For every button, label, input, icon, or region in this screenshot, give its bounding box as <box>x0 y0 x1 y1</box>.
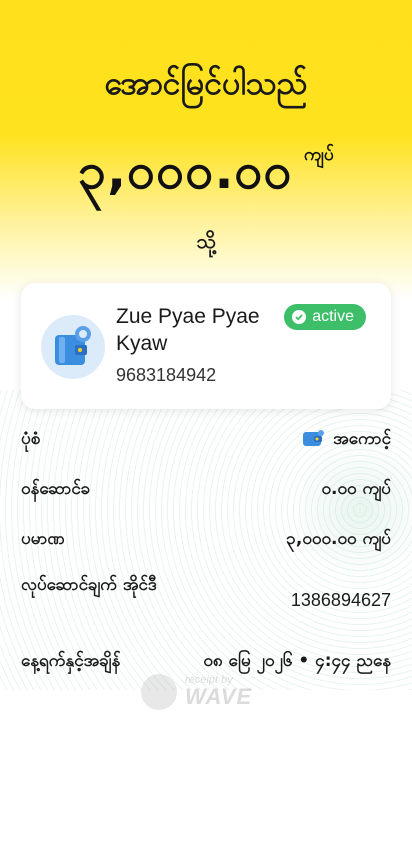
amount-currency: ကျပ် <box>303 144 334 165</box>
recipient-card: Zue Pyae Pyae Kyaw 9683184942 active <box>21 283 391 409</box>
account-wallet-icon <box>303 430 325 446</box>
wave-logo-icon <box>141 674 177 710</box>
wallet-icon <box>41 315 105 379</box>
to-label: သို့ <box>196 229 216 253</box>
amount-value: ၃,၀၀၀.၀၀ <box>77 142 293 200</box>
type-value: အကောင့် <box>303 428 391 453</box>
wave-brand-text: WAVE <box>185 684 253 709</box>
fee-value: ၀.၀၀ ကျပ် <box>321 479 391 499</box>
recipient-name: Zue Pyae Pyae Kyaw <box>116 305 260 355</box>
type-value-text: အကောင့် <box>333 429 391 449</box>
status-text: active <box>312 308 354 325</box>
status-badge: active <box>284 304 366 330</box>
total-value: ၃,၀၀၀.၀၀ ကျပ် <box>286 529 391 549</box>
check-icon <box>292 310 307 324</box>
success-title: အောင်မြင်ပါသည် <box>104 64 308 102</box>
wave-logo: receipt by WAVE <box>141 672 261 712</box>
type-label: ပုံစံ <box>21 429 41 449</box>
transaction-id-value: 1386894627 <box>290 590 391 610</box>
fee-label: ဝန်ဆောင်ခ <box>21 479 91 499</box>
datetime-label: နေ့ရက်နှင့်အချိန် <box>21 651 121 671</box>
recipient-phone: 9683184942 <box>116 365 217 385</box>
total-label: ပမာဏ <box>21 529 65 549</box>
transaction-id-label: လုပ်ဆောင်ချက် အိုင်ဒီ <box>21 575 157 595</box>
amount-display: ၃,၀၀၀.၀၀ ကျပ် <box>0 140 412 213</box>
